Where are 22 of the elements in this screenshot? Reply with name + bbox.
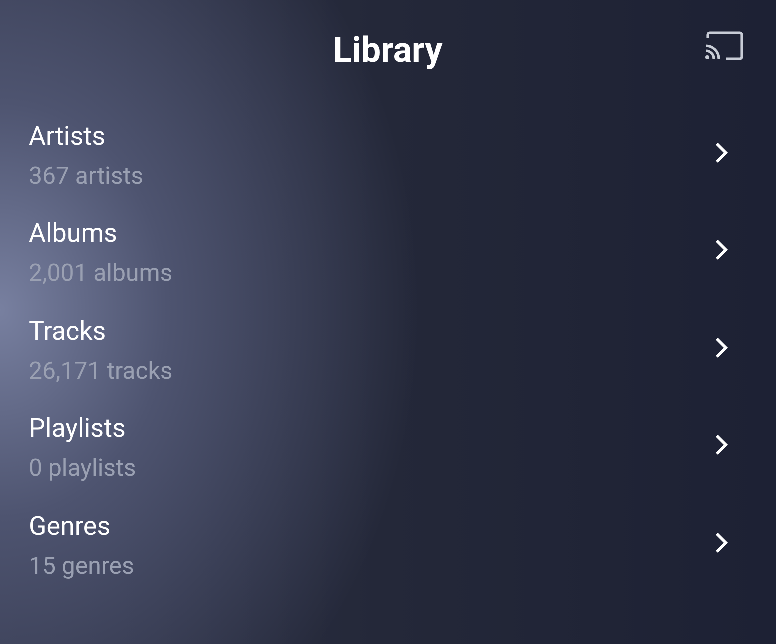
chevron-right-icon [715, 239, 729, 262]
row-title: Artists [29, 122, 107, 152]
cast-icon[interactable] [704, 30, 744, 62]
library-row[interactable]: Playlists 0 playlists [0, 392, 776, 490]
row-title: Albums [29, 219, 118, 250]
row-count: 15 genres [29, 552, 134, 580]
chevron-right-icon [715, 142, 729, 164]
row-count: 0 playlists [29, 454, 136, 482]
row-count: 2,001 albums [29, 259, 173, 288]
library-row[interactable]: Tracks 26,171 tracks [0, 295, 776, 392]
screen-title: Library [333, 30, 443, 70]
row-title: Tracks [29, 316, 108, 347]
chevron-right-icon [715, 434, 729, 456]
library-row[interactable]: Artists 367 artists [0, 100, 776, 198]
library-row[interactable]: Albums 2,001 albums [0, 198, 776, 295]
library-row[interactable]: Genres 15 genres [0, 490, 776, 588]
chevron-right-icon [715, 336, 729, 359]
row-title: Playlists [29, 414, 127, 444]
chevron-right-icon [715, 532, 729, 554]
row-title: Genres [29, 512, 112, 542]
row-count: 367 artists [29, 162, 144, 190]
row-count: 26,171 tracks [29, 356, 173, 385]
